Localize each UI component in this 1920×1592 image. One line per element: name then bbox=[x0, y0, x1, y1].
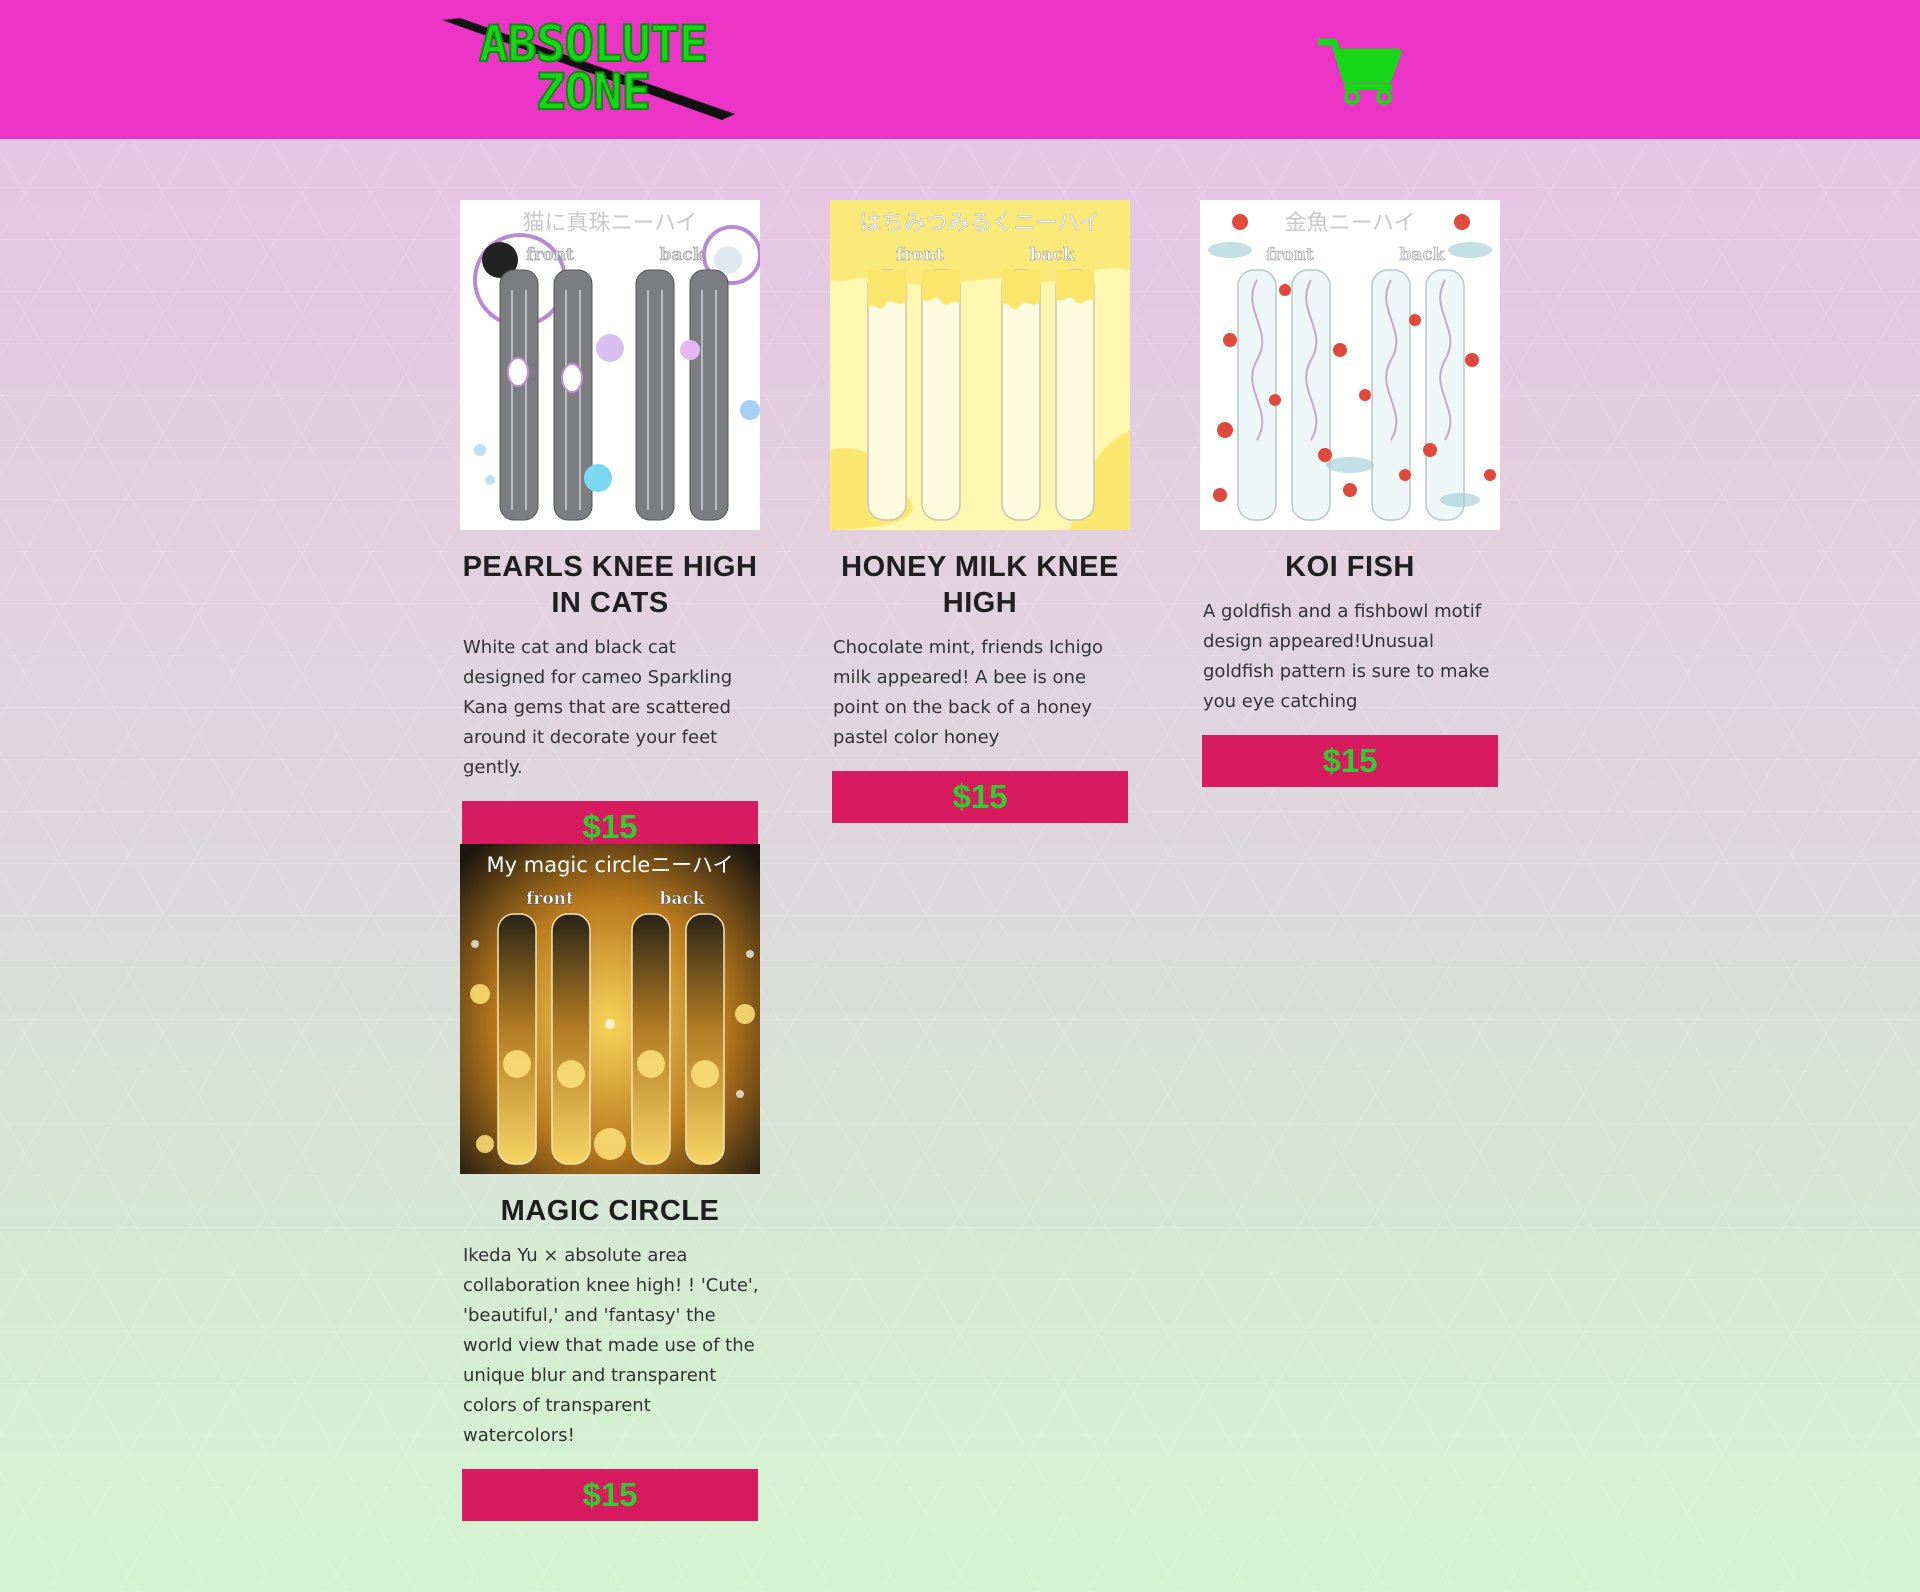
product-card: 猫に真珠ニーハイ front back PEARLS KNEE HIGH IN … bbox=[460, 200, 760, 853]
product-description: A goldfish and a fishbowl motif design a… bbox=[1203, 601, 1490, 712]
site-header: ABSOLUTE ZONE bbox=[0, 0, 1920, 139]
product-description: White cat and black cat designed for cam… bbox=[463, 637, 733, 778]
product-card: はちみつみるくニーハイ front back HONEY MILK KNEE H… bbox=[830, 200, 1130, 823]
logo-wordmark: ABSOLUTE ZONE bbox=[451, 15, 735, 121]
back-label: back bbox=[659, 889, 705, 909]
image-caption: 金魚ニーハイ bbox=[1284, 211, 1415, 236]
price-button[interactable]: $15 bbox=[462, 1469, 758, 1521]
image-caption: 猫に真珠ニーハイ bbox=[522, 211, 697, 236]
site-logo[interactable]: ABSOLUTE ZONE bbox=[440, 14, 740, 124]
image-caption: はちみつみるくニーハイ bbox=[859, 211, 1100, 236]
product-card: My magic circleニーハイ front back MAGIC CIR… bbox=[460, 844, 760, 1521]
product-image-magic-circle[interactable]: My magic circleニーハイ front back bbox=[460, 844, 760, 1174]
product-title: PEARLS KNEE HIGH IN CATS bbox=[462, 551, 758, 619]
product-image-koi-fish[interactable]: 金魚ニーハイ front back bbox=[1200, 200, 1500, 530]
logo-line-2: ZONE bbox=[535, 63, 652, 121]
product-title: MAGIC CIRCLE bbox=[500, 1195, 720, 1227]
logo-line-1: ABSOLUTE bbox=[478, 15, 709, 73]
product-title: HONEY MILK KNEE HIGH bbox=[841, 551, 1119, 619]
front-label: front bbox=[1266, 245, 1314, 265]
front-label: front bbox=[896, 245, 944, 265]
price-button[interactable]: $15 bbox=[832, 771, 1128, 823]
front-label: front bbox=[526, 889, 574, 909]
product-image-honey-milk[interactable]: はちみつみるくニーハイ front back bbox=[830, 200, 1130, 530]
price-button[interactable]: $15 bbox=[1202, 735, 1498, 787]
product-title: KOI FISH bbox=[1285, 551, 1415, 583]
image-caption: My magic circleニーハイ bbox=[487, 853, 734, 877]
product-image-pearls[interactable]: 猫に真珠ニーハイ front back bbox=[460, 200, 760, 530]
shopping-cart-icon[interactable] bbox=[1318, 36, 1402, 106]
front-label: front bbox=[526, 245, 574, 265]
product-card: 金魚ニーハイ front back KOI FISH A goldfish an… bbox=[1200, 200, 1500, 787]
back-label: back bbox=[1029, 245, 1075, 265]
back-label: back bbox=[1399, 245, 1445, 265]
product-description: Chocolate mint, friends Ichigo milk appe… bbox=[833, 637, 1104, 748]
product-description: Ikeda Yu × absolute area collaboration k… bbox=[463, 1245, 759, 1446]
back-label: back bbox=[659, 245, 705, 265]
